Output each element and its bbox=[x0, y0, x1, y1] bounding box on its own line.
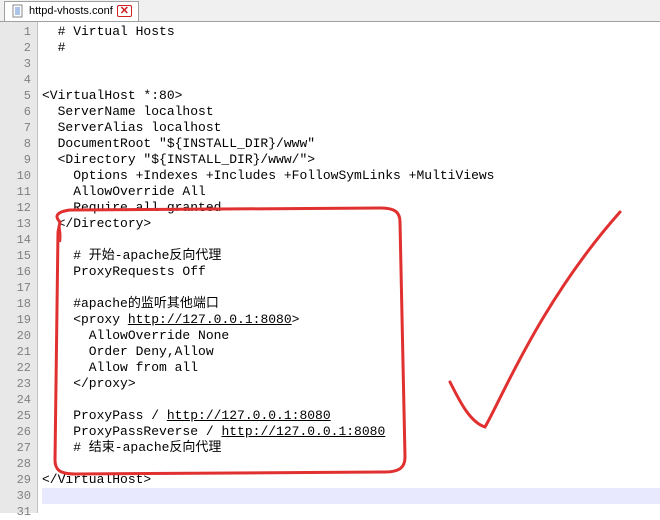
url-text: http://127.0.0.1:8080 bbox=[128, 312, 292, 327]
code-line[interactable]: </Directory> bbox=[42, 216, 660, 232]
tab-filename: httpd-vhosts.conf bbox=[29, 5, 113, 17]
line-number: 2 bbox=[0, 40, 37, 56]
code-text: ProxyPass / bbox=[42, 408, 167, 423]
code-line[interactable] bbox=[42, 232, 660, 248]
line-number: 25 bbox=[0, 408, 37, 424]
line-number: 9 bbox=[0, 152, 37, 168]
code-line[interactable]: Order Deny,Allow bbox=[42, 344, 660, 360]
line-number: 14 bbox=[0, 232, 37, 248]
code-line[interactable]: Options +Indexes +Includes +FollowSymLin… bbox=[42, 168, 660, 184]
line-number: 28 bbox=[0, 456, 37, 472]
url-text: http://127.0.0.1:8080 bbox=[221, 424, 385, 439]
line-number: 20 bbox=[0, 328, 37, 344]
file-tab[interactable]: httpd-vhosts.conf ✕ bbox=[4, 1, 139, 21]
code-text: > bbox=[292, 312, 300, 327]
line-number: 23 bbox=[0, 376, 37, 392]
line-number: 10 bbox=[0, 168, 37, 184]
tab-bar: httpd-vhosts.conf ✕ bbox=[0, 0, 660, 22]
code-line[interactable] bbox=[42, 280, 660, 296]
line-number: 5 bbox=[0, 88, 37, 104]
code-line[interactable] bbox=[42, 72, 660, 88]
line-number: 4 bbox=[0, 72, 37, 88]
code-line[interactable]: AllowOverride All bbox=[42, 184, 660, 200]
code-line[interactable]: # Virtual Hosts bbox=[42, 24, 660, 40]
code-line[interactable]: ProxyRequests Off bbox=[42, 264, 660, 280]
editor: 1234567891011121314151617181920212223242… bbox=[0, 22, 660, 513]
code-line[interactable]: ProxyPass / http://127.0.0.1:8080 bbox=[42, 408, 660, 424]
code-area[interactable]: # Virtual Hosts # <VirtualHost *:80> Serv… bbox=[38, 22, 660, 513]
code-line[interactable]: # bbox=[42, 40, 660, 56]
line-number: 3 bbox=[0, 56, 37, 72]
code-line[interactable]: AllowOverride None bbox=[42, 328, 660, 344]
line-number: 6 bbox=[0, 104, 37, 120]
line-number-gutter: 1234567891011121314151617181920212223242… bbox=[0, 22, 38, 513]
code-line[interactable]: Require all granted bbox=[42, 200, 660, 216]
line-number: 16 bbox=[0, 264, 37, 280]
line-number: 26 bbox=[0, 424, 37, 440]
line-number: 1 bbox=[0, 24, 37, 40]
code-line[interactable] bbox=[42, 392, 660, 408]
code-line[interactable] bbox=[42, 504, 660, 520]
code-line[interactable]: # 开始-apache反向代理 bbox=[42, 248, 660, 264]
code-line[interactable]: ServerName localhost bbox=[42, 104, 660, 120]
line-number: 29 bbox=[0, 472, 37, 488]
line-number: 19 bbox=[0, 312, 37, 328]
code-line[interactable]: </proxy> bbox=[42, 376, 660, 392]
line-number: 21 bbox=[0, 344, 37, 360]
line-number: 22 bbox=[0, 360, 37, 376]
code-line[interactable] bbox=[42, 488, 660, 504]
code-line[interactable]: </VirtualHost> bbox=[42, 472, 660, 488]
code-line[interactable]: ProxyPassReverse / http://127.0.0.1:8080 bbox=[42, 424, 660, 440]
code-line[interactable]: <proxy http://127.0.0.1:8080> bbox=[42, 312, 660, 328]
line-number: 7 bbox=[0, 120, 37, 136]
code-text: ProxyPassReverse / bbox=[42, 424, 221, 439]
code-line[interactable]: <Directory "${INSTALL_DIR}/www/"> bbox=[42, 152, 660, 168]
line-number: 13 bbox=[0, 216, 37, 232]
code-line[interactable]: ServerAlias localhost bbox=[42, 120, 660, 136]
line-number: 15 bbox=[0, 248, 37, 264]
code-text: <proxy bbox=[42, 312, 128, 327]
code-line[interactable]: # 结束-apache反向代理 bbox=[42, 440, 660, 456]
line-number: 12 bbox=[0, 200, 37, 216]
code-line[interactable]: #apache的监听其他端口 bbox=[42, 296, 660, 312]
line-number: 31 bbox=[0, 504, 37, 520]
file-icon bbox=[11, 4, 25, 18]
line-number: 18 bbox=[0, 296, 37, 312]
line-number: 8 bbox=[0, 136, 37, 152]
line-number: 30 bbox=[0, 488, 37, 504]
line-number: 24 bbox=[0, 392, 37, 408]
line-number: 11 bbox=[0, 184, 37, 200]
line-number: 27 bbox=[0, 440, 37, 456]
url-text: http://127.0.0.1:8080 bbox=[167, 408, 331, 423]
code-line[interactable]: DocumentRoot "${INSTALL_DIR}/www" bbox=[42, 136, 660, 152]
close-icon[interactable]: ✕ bbox=[117, 5, 132, 17]
code-line[interactable]: Allow from all bbox=[42, 360, 660, 376]
code-line[interactable]: <VirtualHost *:80> bbox=[42, 88, 660, 104]
code-line[interactable] bbox=[42, 456, 660, 472]
code-line[interactable] bbox=[42, 56, 660, 72]
line-number: 17 bbox=[0, 280, 37, 296]
